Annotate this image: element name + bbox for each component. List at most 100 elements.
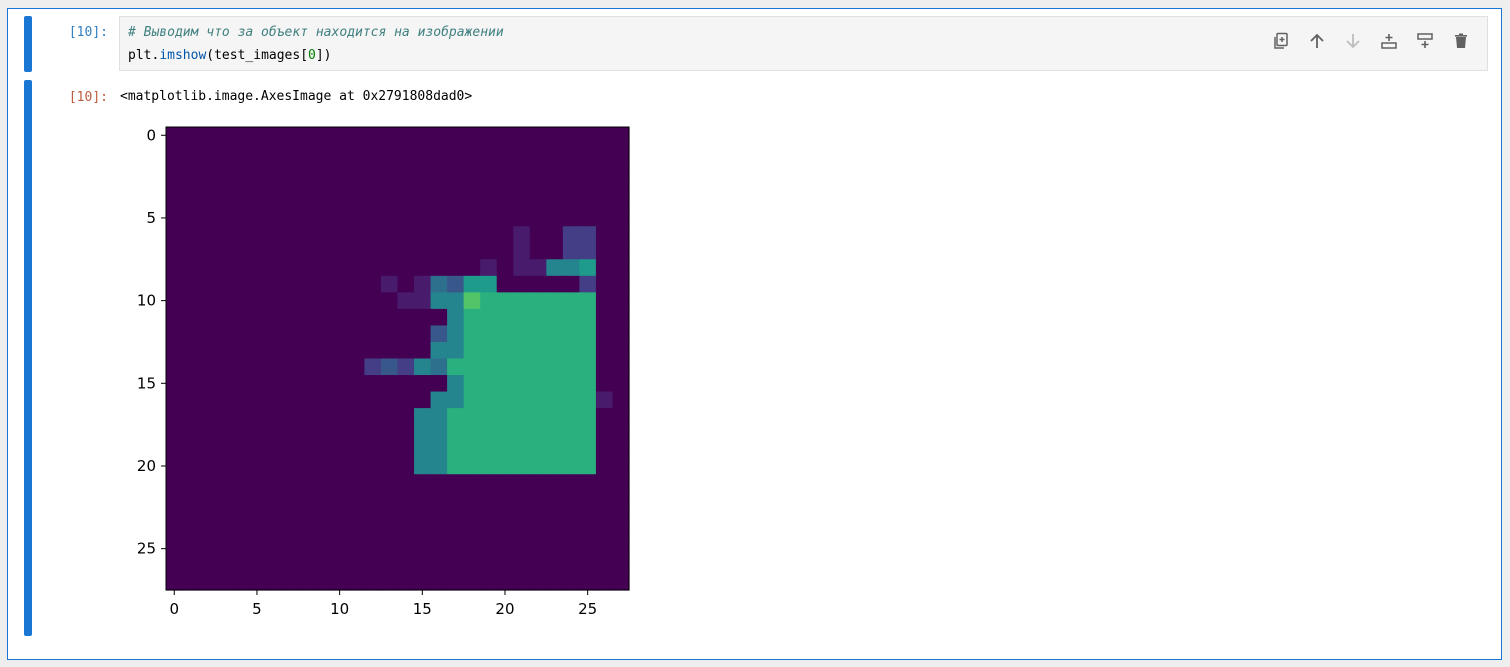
heatmap-cell: [595, 325, 614, 343]
heatmap-cell: [265, 341, 283, 360]
heatmap-cell: [182, 127, 200, 145]
heatmap-cell: [232, 408, 250, 426]
heatmap-cell: [480, 523, 498, 541]
heatmap-cell: [595, 424, 614, 442]
heatmap-cell: [232, 325, 250, 343]
heatmap-cell: [215, 375, 233, 393]
heatmap-cell: [215, 193, 233, 211]
heatmap-cell: [513, 209, 531, 227]
heatmap-cell: [265, 556, 283, 575]
heatmap-cell: [364, 325, 382, 343]
heatmap-cell: [529, 308, 547, 327]
heatmap-cell: [265, 408, 283, 426]
heatmap-cell: [397, 292, 415, 310]
heatmap-cell: [447, 325, 465, 343]
duplicate-icon[interactable]: [1269, 29, 1293, 53]
heatmap-cell: [414, 242, 432, 260]
heatmap-cell: [248, 556, 266, 575]
heatmap-cell: [414, 424, 432, 442]
heatmap-cell: [232, 424, 250, 442]
output-selection-bar[interactable]: [24, 80, 32, 636]
heatmap-cell: [364, 507, 382, 525]
move-up-icon[interactable]: [1305, 29, 1329, 53]
heatmap-cell: [397, 358, 415, 376]
heatmap-cell: [496, 457, 514, 475]
code-editor[interactable]: # Выводим что за объект находится на изо…: [119, 16, 1488, 71]
heatmap-cell: [447, 441, 465, 459]
heatmap-cell: [612, 490, 630, 508]
heatmap-cell: [463, 507, 481, 525]
heatmap-cell: [397, 523, 415, 541]
delete-icon[interactable]: [1449, 29, 1473, 53]
heatmap-cell: [248, 457, 266, 475]
heatmap-cell: [496, 474, 514, 492]
heatmap-cell: [281, 490, 299, 508]
heatmap-cell: [546, 292, 564, 310]
heatmap-cell: [463, 540, 481, 558]
heatmap-cell: [182, 325, 200, 343]
heatmap-cell: [595, 341, 614, 360]
heatmap-cell: [281, 341, 299, 360]
heatmap-cell: [166, 375, 184, 393]
heatmap-cell: [199, 375, 217, 393]
heatmap-cell: [347, 540, 366, 558]
heatmap-cell: [380, 441, 399, 459]
heatmap-cell: [182, 160, 200, 178]
heatmap-cell: [182, 341, 200, 360]
heatmap-cell: [447, 358, 465, 376]
heatmap-cell: [166, 160, 184, 178]
heatmap-cell: [199, 292, 217, 310]
heatmap-cell: [298, 259, 316, 277]
heatmap-cell: [430, 242, 448, 260]
heatmap-cell: [562, 358, 580, 376]
heatmap-cell: [447, 573, 465, 591]
heatmap-cell: [612, 441, 630, 459]
heatmap-cell: [215, 242, 233, 260]
heatmap-cell: [430, 308, 448, 327]
heatmap-cell: [463, 573, 481, 591]
heatmap-cell: [414, 176, 432, 194]
heatmap-cell: [397, 474, 415, 492]
y-tick-label: 0: [146, 126, 156, 144]
heatmap-cell: [166, 540, 184, 558]
heatmap-cell: [265, 226, 283, 244]
insert-below-icon[interactable]: [1413, 29, 1437, 53]
heatmap-cell: [166, 176, 184, 194]
heatmap-cell: [182, 573, 200, 591]
heatmap-cell: [414, 523, 432, 541]
heatmap-cell: [529, 358, 547, 376]
imshow-figure: 0 5 10 15 20 25 0 5 10 15 20 25: [137, 126, 630, 618]
heatmap-cell: [595, 160, 614, 178]
heatmap-cell: [562, 441, 580, 459]
heatmap-cell: [562, 507, 580, 525]
heatmap-cell: [579, 507, 597, 525]
heatmap-cell: [463, 160, 481, 178]
heatmap-cell: [463, 474, 481, 492]
heatmap-cell: [314, 193, 332, 211]
heatmap-cell: [215, 474, 233, 492]
heatmap-cell: [463, 490, 481, 508]
y-tick-label: 10: [137, 292, 156, 310]
heatmap-cell: [463, 325, 481, 343]
heatmap-cell: [612, 275, 630, 293]
cell-selection-bar[interactable]: [24, 16, 32, 72]
heatmap-cell: [480, 341, 498, 360]
heatmap-cell: [281, 523, 299, 541]
heatmap-cell: [380, 408, 399, 426]
heatmap-cell: [414, 556, 432, 575]
heatmap-cell: [380, 193, 399, 211]
insert-above-icon[interactable]: [1377, 29, 1401, 53]
heatmap-cell: [265, 209, 283, 227]
heatmap-cell: [447, 160, 465, 178]
heatmap-cell: [380, 556, 399, 575]
heatmap-cell: [314, 259, 332, 277]
move-down-icon[interactable]: [1341, 29, 1365, 53]
notebook-cell-container: [10]: # Выводим что за объект находится …: [7, 8, 1502, 660]
heatmap-cell: [480, 474, 498, 492]
heatmap-cell: [414, 259, 432, 277]
code-comment-line: # Выводим что за объект находится на изо…: [128, 25, 504, 40]
output-text: <matplotlib.image.AxesImage at 0x2791808…: [120, 89, 473, 104]
heatmap-cell: [546, 457, 564, 475]
input-prompt: [10]:: [68, 25, 108, 40]
heatmap-cell: [480, 193, 498, 211]
